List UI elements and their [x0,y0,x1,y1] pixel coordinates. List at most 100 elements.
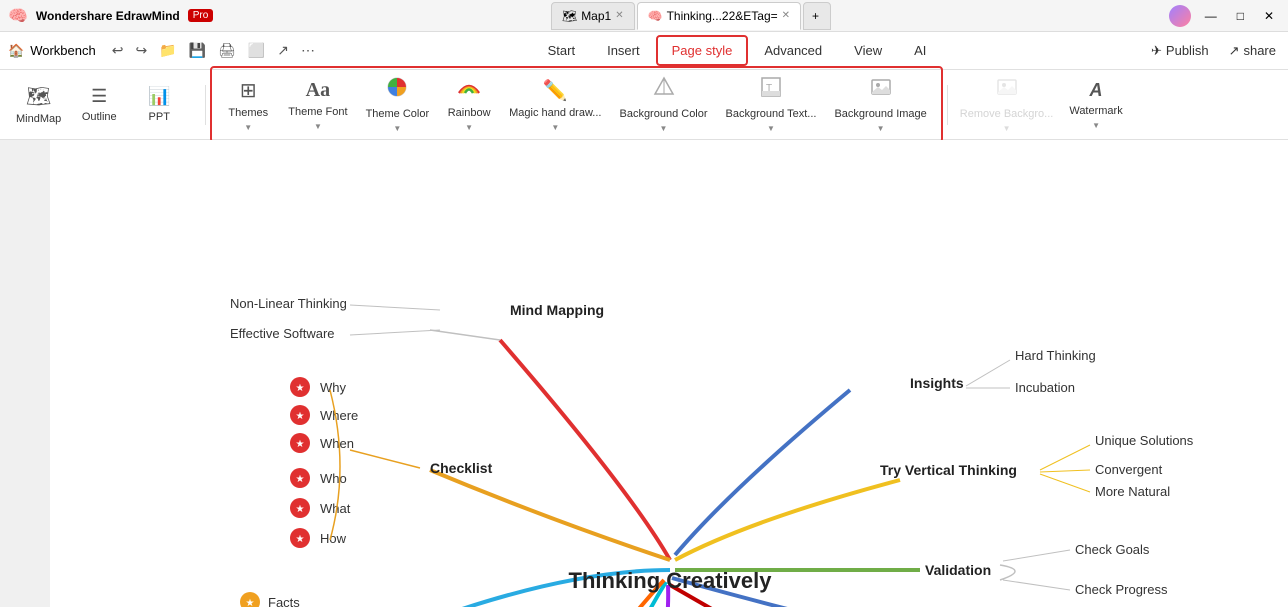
branch-checklist: Checklist [430,460,493,476]
app-name: Wondershare EdrawMind [36,9,180,23]
mindmap-svg: Thinking Creatively Mind Mapping Non-Lin… [50,140,1288,607]
avatar [1169,5,1191,27]
branch-mind-mapping: Mind Mapping [510,302,604,318]
publish-btn[interactable]: ✈ Publish [1147,39,1213,63]
bg-image-chevron: ▼ [877,124,885,133]
page-style-toolbar: ⊞ Themes ▼ Aa Theme Font ▼ Theme Color ▼ [210,66,943,143]
watermark-icon: A [1090,80,1103,101]
pro-badge: Pro [188,9,214,22]
workbench-logo[interactable]: 🏠 Workbench [8,43,96,59]
title-bar-right: — □ ✕ [1169,5,1280,27]
ppt-icon: 📊 [148,86,170,107]
tab-advanced[interactable]: Advanced [748,35,838,66]
tab-pagestyle[interactable]: Page style [656,35,749,66]
print-btn[interactable]: 🖨 [214,38,240,63]
rainbow-chevron: ▼ [465,123,473,132]
tab-view[interactable]: View [838,35,898,66]
leaf-why: Why [320,380,347,395]
branch-vertical-thinking: Try Vertical Thinking [880,462,1017,478]
more-btn[interactable]: ⋯ [297,38,319,63]
center-node: Thinking Creatively [569,568,773,593]
star-where-icon: ★ [296,411,305,422]
tab-add[interactable]: + [803,2,831,30]
magic-draw-icon: ✏️ [543,78,568,103]
layout-btn[interactable]: ⬜ [244,38,269,63]
bg-image-btn[interactable]: Background Image ▼ [826,72,934,137]
share-btn[interactable]: ↗ share [1225,39,1280,63]
workbench-label: Workbench [30,43,96,58]
canvas-area[interactable]: Thinking Creatively Mind Mapping Non-Lin… [50,140,1288,607]
remove-bg-chevron: ▼ [1003,124,1011,133]
branch-insights: Insights [910,375,964,391]
tab-thinking-close[interactable]: ✕ [782,10,790,21]
view-switcher: 🗺 MindMap ☰ Outline 📊 PPT [8,80,189,129]
tab-bar: 🗺 Map1 ✕ 🧠 Thinking...22&ETag= ✕ + [551,2,831,30]
remove-bg-btn[interactable]: Remove Backgro... ▼ [952,72,1062,137]
export-btn[interactable]: ↗ [273,38,293,63]
tab-map1[interactable]: 🗺 Map1 ✕ [551,2,635,30]
leaf-when: When [320,436,354,451]
leaf-where: Where [320,408,358,423]
bg-color-chevron: ▼ [660,124,668,133]
undo-btn[interactable]: ↩ [108,38,128,63]
minimize-btn[interactable]: — [1199,7,1223,25]
bg-color-btn[interactable]: Background Color ▼ [611,72,715,137]
theme-font-btn[interactable]: Aa Theme Font ▼ [280,75,355,135]
tab-start[interactable]: Start [532,35,591,66]
tab-thinking[interactable]: 🧠 Thinking...22&ETag= ✕ [637,2,801,30]
star-what-icon: ★ [296,504,305,515]
menu-bar: 🏠 Workbench ↩ ↪ 📁 💾 🖨 ⬜ ↗ ⋯ Start Insert… [0,32,1288,70]
theme-color-icon [386,76,408,104]
themes-btn[interactable]: ⊞ Themes ▼ [218,74,278,136]
tab-ai[interactable]: AI [898,35,942,66]
leaf-how: How [320,531,347,546]
redo-btn[interactable]: ↪ [131,38,151,63]
theme-color-btn[interactable]: Theme Color ▼ [358,72,438,137]
watermark-chevron: ▼ [1092,121,1100,130]
tab-map1-label: Map1 [581,9,611,23]
toolbar-sep-2 [947,85,948,125]
remove-bg-icon [996,76,1018,104]
star-how-icon: ★ [296,534,305,545]
tab-map1-close[interactable]: ✕ [615,10,623,21]
leaf-more-natural: More Natural [1095,484,1170,499]
save-btn[interactable]: 💾 [185,38,210,63]
mindmap-icon: 🗺 [26,84,51,109]
leaf-facts: Facts [268,595,300,607]
tab-thinking-label: Thinking...22&ETag= [667,9,778,23]
maximize-btn[interactable]: □ [1231,7,1250,25]
rainbow-btn[interactable]: Rainbow ▼ [439,73,499,136]
bg-color-icon [653,76,675,104]
star-when-icon: ★ [296,439,305,450]
mindmap-btn[interactable]: 🗺 MindMap [8,80,69,129]
leaf-incubation: Incubation [1015,380,1075,395]
star-why-icon: ★ [296,383,305,394]
theme-font-icon: Aa [306,79,330,102]
leaf-unique-solutions: Unique Solutions [1095,433,1194,448]
theme-font-chevron: ▼ [314,122,322,131]
leaf-check-goals: Check Goals [1075,542,1150,557]
leaf-non-linear: Non-Linear Thinking [230,296,347,311]
magic-draw-chevron: ▼ [551,123,559,132]
outline-icon: ☰ [91,86,107,107]
toolbar: 🗺 MindMap ☰ Outline 📊 PPT ⊞ Themes ▼ Aa … [0,70,1288,140]
magic-draw-btn[interactable]: ✏️ Magic hand draw... ▼ [501,74,609,136]
ppt-btn[interactable]: 📊 PPT [129,82,189,127]
title-bar: 🧠 Wondershare EdrawMind Pro 🗺 Map1 ✕ 🧠 T… [0,0,1288,32]
star-facts-icon: ★ [246,598,255,607]
title-bar-left: 🧠 Wondershare EdrawMind Pro [8,6,213,26]
bg-text-btn[interactable]: T Background Text... ▼ [718,72,825,137]
outline-btn[interactable]: ☰ Outline [69,82,129,127]
leaf-effective-software: Effective Software [230,326,335,341]
tab-insert[interactable]: Insert [591,35,656,66]
bg-text-chevron: ▼ [767,124,775,133]
watermark-btn[interactable]: A Watermark ▼ [1061,76,1130,134]
themes-chevron: ▼ [244,123,252,132]
file-btn[interactable]: 📁 [155,38,180,63]
theme-color-chevron: ▼ [393,124,401,133]
close-btn[interactable]: ✕ [1258,7,1280,25]
menu-tabs: Start Insert Page style Advanced View AI [327,35,1147,66]
menu-right: ✈ Publish ↗ share [1147,39,1280,63]
leaf-convergent: Convergent [1095,462,1163,477]
rainbow-icon [457,77,481,103]
